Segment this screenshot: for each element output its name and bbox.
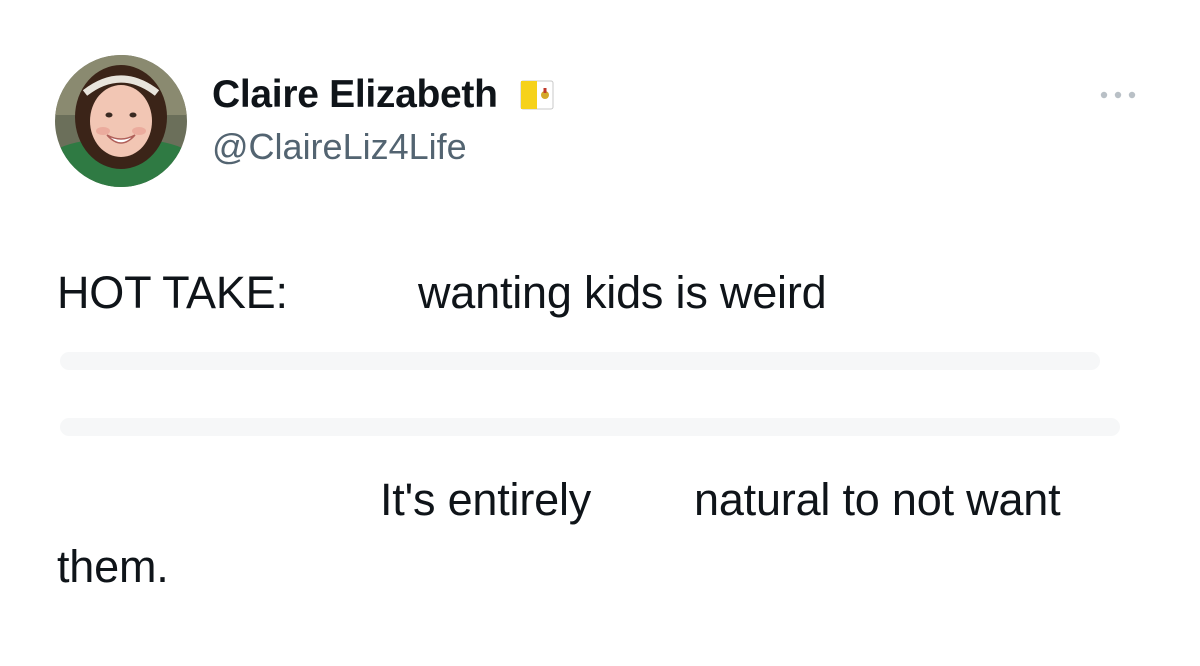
author-name-row: Claire Elizabeth xyxy=(212,70,554,120)
avatar-image xyxy=(55,55,187,187)
tweet-text-segment: wanting kids is weird xyxy=(418,267,827,318)
tweet-card: Claire Elizabeth @ClaireLiz4Life HOT TAK… xyxy=(0,0,1200,666)
author-handle[interactable]: @ClaireLiz4Life xyxy=(212,124,467,170)
vatican-flag-icon xyxy=(520,80,554,110)
tweet-text-segment: them. xyxy=(57,541,169,592)
display-name[interactable]: Claire Elizabeth xyxy=(212,71,498,119)
tweet-text-segment: It's entirely xyxy=(380,474,592,525)
erased-text-trace xyxy=(60,352,1100,370)
more-options-icon[interactable] xyxy=(1096,80,1140,110)
tweet-text-segment: HOT TAKE: xyxy=(57,267,288,318)
erased-text-trace xyxy=(60,418,1120,436)
tweet-text-segment: natural to not want xyxy=(694,474,1061,525)
avatar[interactable] xyxy=(55,55,187,187)
